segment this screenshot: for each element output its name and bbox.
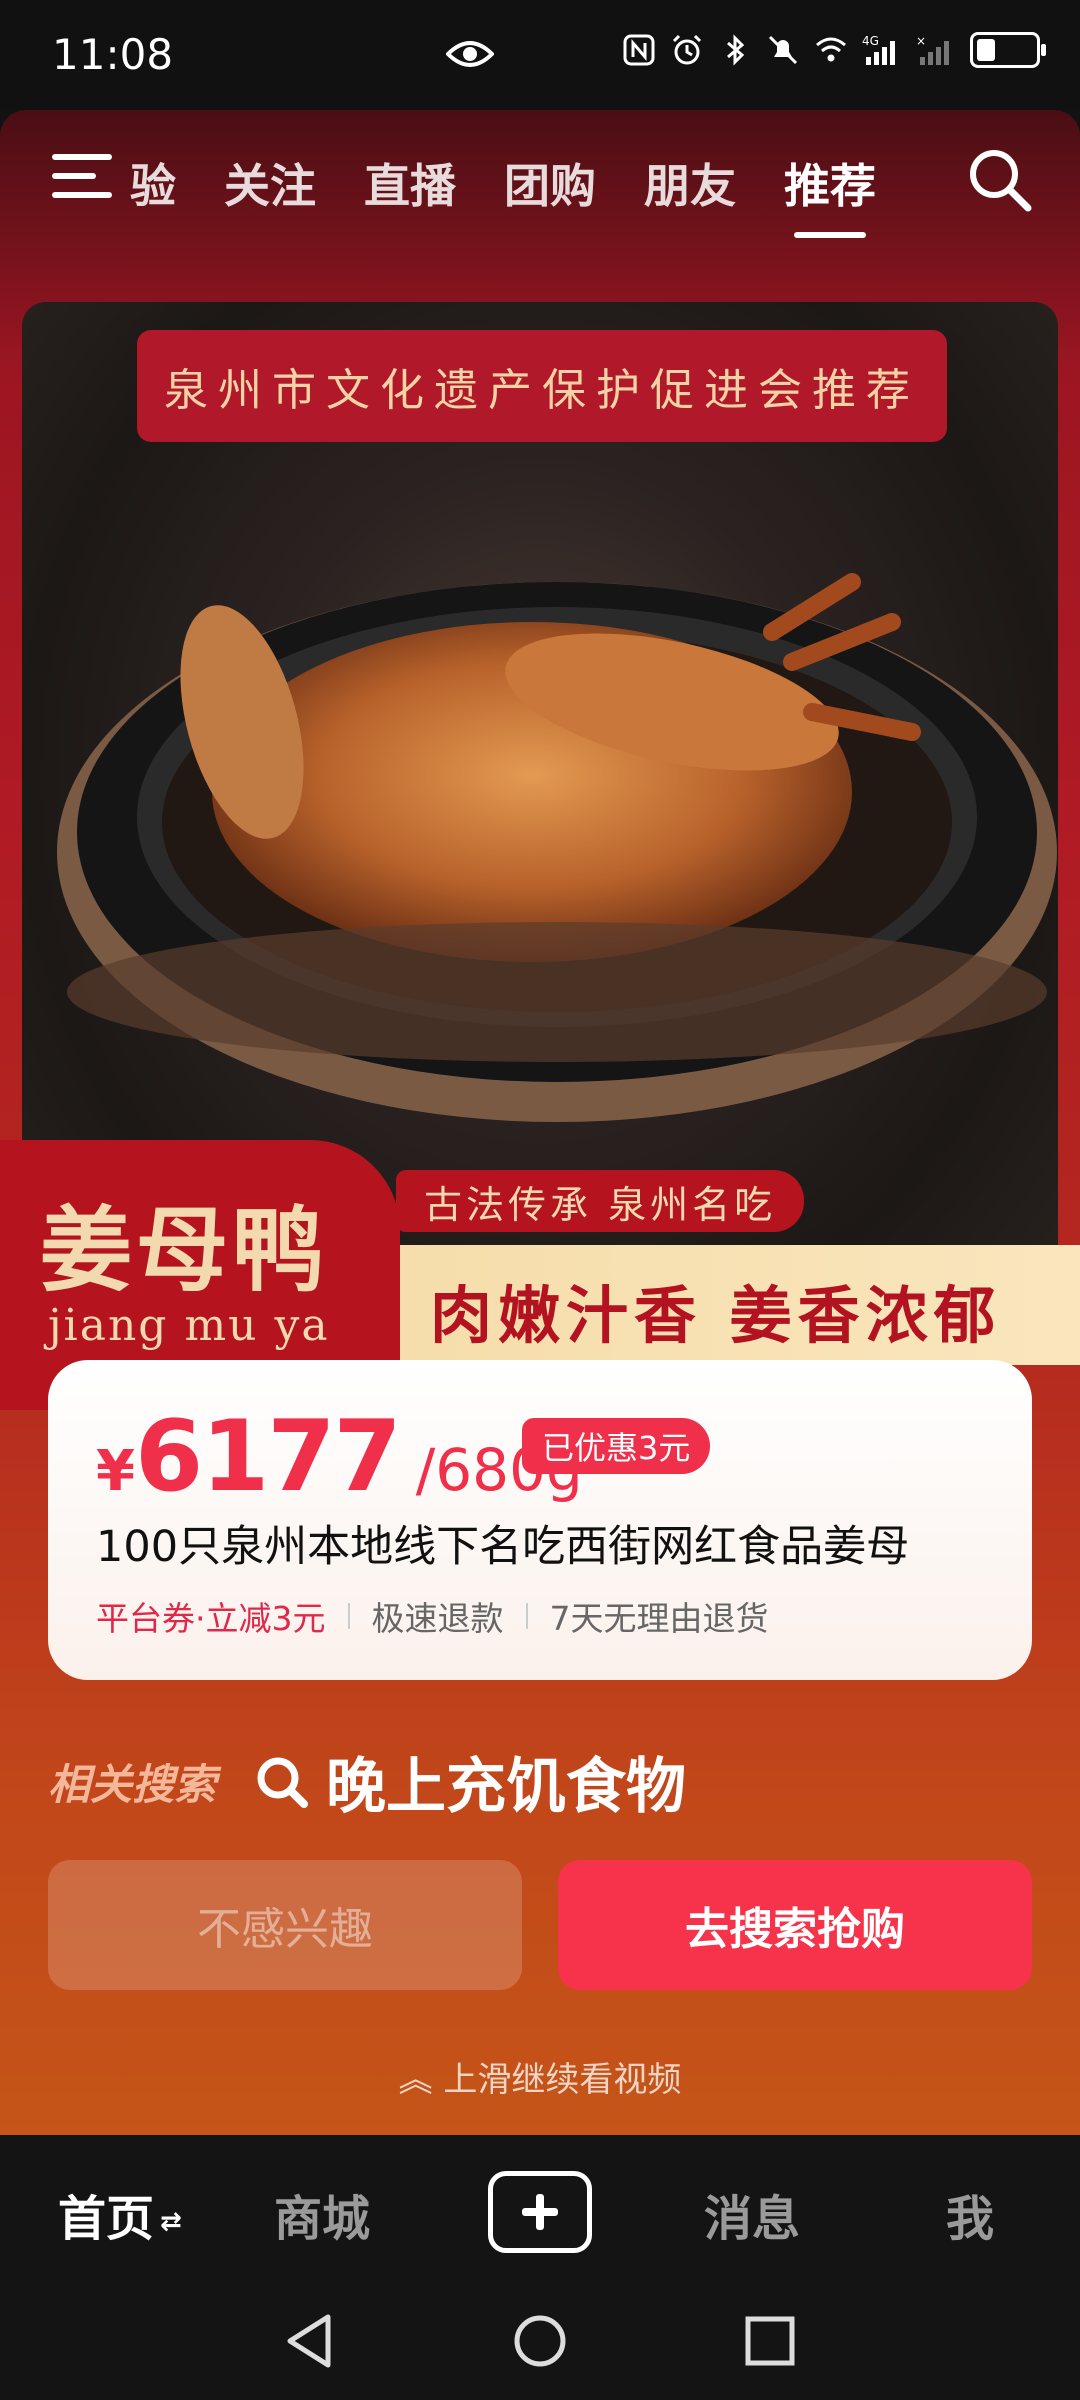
nav-me[interactable]: 我 xyxy=(946,2179,994,2249)
perk-7day-return: 7天无理由退货 xyxy=(549,1599,769,1638)
nav-messages[interactable]: 消息 xyxy=(704,2179,800,2249)
svg-text:4G: 4G xyxy=(862,34,879,48)
swipe-hint: ︽ 上滑继续看视频 xyxy=(0,2052,1080,2101)
eye-icon xyxy=(446,41,494,67)
alarm-icon xyxy=(672,34,702,65)
perks-row: 平台券·立减3元 极速退款 7天无理由退货 xyxy=(96,1592,769,1640)
create-button[interactable] xyxy=(488,2171,592,2253)
tab-friends[interactable]: 朋友 xyxy=(644,150,736,216)
tab-live[interactable]: 直播 xyxy=(364,150,456,216)
related-search-query[interactable]: 晚上充饥食物 xyxy=(326,1738,686,1825)
perk-fast-refund: 极速退款 xyxy=(371,1599,504,1638)
status-icons: 4G × xyxy=(622,32,1046,68)
double-chevron-up-icon: ︽ xyxy=(398,2060,433,2100)
slogan-strip: 肉嫩汁香 姜香浓郁 xyxy=(400,1245,1080,1365)
discount-badge: 已优惠3元 xyxy=(522,1418,711,1474)
search-buy-button[interactable]: 去搜索抢购 xyxy=(558,1860,1032,1990)
menu-icon[interactable] xyxy=(50,148,114,204)
nfc-icon xyxy=(623,34,655,66)
battery-icon xyxy=(970,32,1046,68)
nav-home[interactable]: 首页 ⇄ xyxy=(58,2179,182,2249)
product-tagline: 古法传承 泉州名吃 xyxy=(396,1170,805,1232)
back-icon[interactable] xyxy=(284,2313,334,2369)
not-interested-button[interactable]: 不感兴趣 xyxy=(48,1860,522,1990)
duck-pot-illustration xyxy=(57,573,1057,1122)
recommendation-banner: 泉州市文化遗产保护促进会推荐 xyxy=(137,330,947,442)
top-nav: 验 关注 直播 团购 朋友 推荐 xyxy=(0,110,1080,280)
search-icon xyxy=(257,1757,309,1808)
divider xyxy=(347,1603,350,1629)
currency-symbol: ¥ xyxy=(96,1439,135,1504)
tab-recommend[interactable]: 推荐 xyxy=(784,150,876,238)
tab-group-buy[interactable]: 团购 xyxy=(504,150,596,216)
price: 6177 xyxy=(134,1400,402,1514)
tab-bar: 验 关注 直播 团购 朋友 推荐 xyxy=(130,150,876,238)
product-name-pinyin: jiang mu ya xyxy=(48,1300,330,1351)
nav-mall[interactable]: 商城 xyxy=(274,2179,370,2249)
product-card[interactable]: ¥ 6177 /680g 已优惠3元 100只泉州本地线下名吃西街网红食品姜母 … xyxy=(48,1360,1032,1680)
product-slogan: 肉嫩汁香 姜香浓郁 xyxy=(430,1279,1002,1352)
switch-icon: ⇄ xyxy=(160,2207,182,2237)
bluetooth-icon xyxy=(727,34,745,66)
signal-icon: × xyxy=(916,34,949,65)
status-time: 11:08 xyxy=(52,30,174,79)
price-row: ¥ 6177 /680g xyxy=(96,1400,583,1514)
related-search[interactable]: 相关搜索 晚上充饥食物 xyxy=(48,1738,686,1825)
perk-coupon: 平台券·立减3元 xyxy=(96,1599,326,1638)
tab-follow[interactable]: 关注 xyxy=(224,150,316,216)
wifi-icon xyxy=(816,37,846,62)
recents-icon[interactable] xyxy=(744,2313,796,2369)
video-feed[interactable]: 验 关注 直播 团购 朋友 推荐 泉州市文化遗产保护促进会推荐 姜母鸭 jian… xyxy=(0,110,1080,2135)
bottom-nav: 首页 ⇄ 商城 消息 我 xyxy=(0,2135,1080,2285)
divider xyxy=(525,1603,528,1629)
swipe-hint-text: 上滑继续看视频 xyxy=(443,2060,682,2100)
related-search-label: 相关搜索 xyxy=(48,1760,217,1809)
status-bar: 11:08 4G × xyxy=(0,0,1080,110)
nav-home-label: 首页 xyxy=(58,2191,155,2247)
home-circle-icon[interactable] xyxy=(512,2313,568,2369)
search-icon[interactable] xyxy=(966,146,1032,212)
tab-partial[interactable]: 验 xyxy=(130,150,176,216)
system-nav xyxy=(0,2285,1080,2400)
mute-icon xyxy=(768,35,798,65)
plus-icon xyxy=(522,2194,558,2230)
product-title[interactable]: 100只泉州本地线下名吃西街网红食品姜母 xyxy=(96,1512,909,1574)
svg-text:×: × xyxy=(916,34,926,48)
product-name-cn: 姜母鸭 xyxy=(40,1196,329,1304)
signal-4g-icon: 4G xyxy=(862,34,895,65)
